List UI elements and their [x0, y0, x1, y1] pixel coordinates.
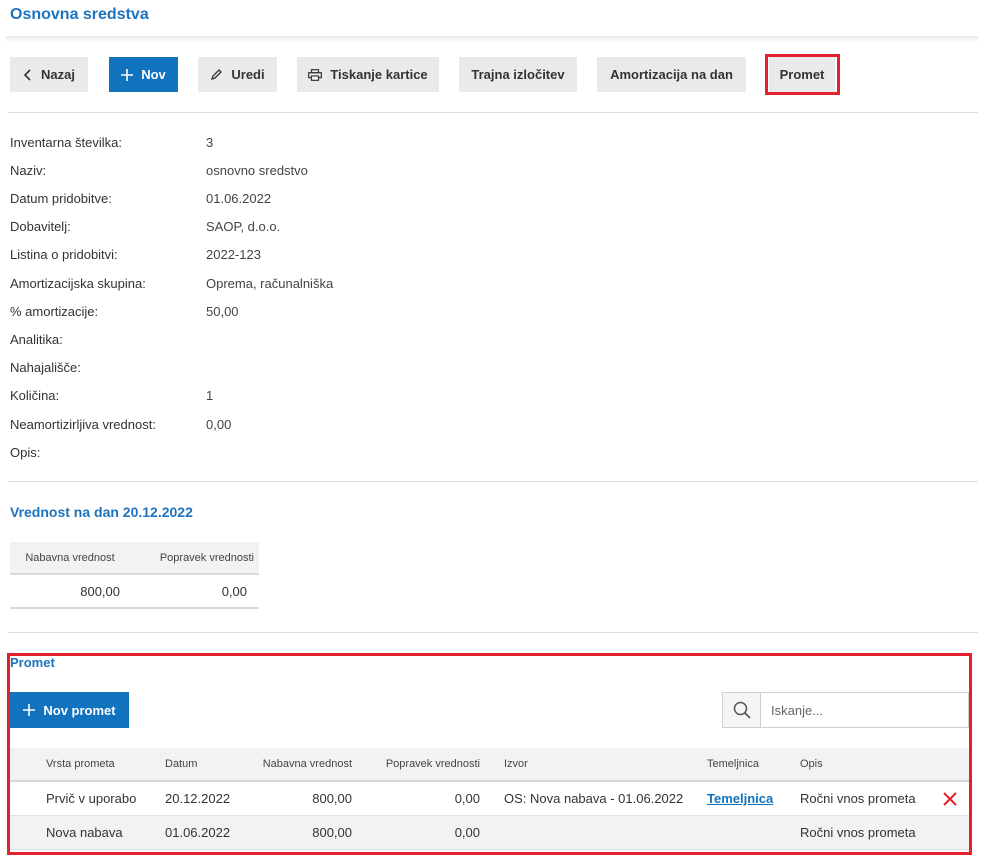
highlight-promet-button	[765, 54, 840, 95]
detail-field: Listina o pridobitvi: 2022-123	[10, 245, 261, 265]
detail-field: Neamortizirljiva vrednost: 0,00	[10, 414, 231, 434]
field-value: 3	[206, 134, 214, 150]
chevron-left-icon	[23, 68, 31, 81]
print-card-button[interactable]: Tiskanje kartice	[297, 57, 439, 92]
new-button[interactable]: Nov	[109, 57, 178, 92]
detail-field: Datum pridobitve: 01.06.2022	[10, 188, 271, 208]
depreciation-on-date-button-label: Amortizacija na dan	[610, 67, 733, 82]
detail-field: Naziv: osnovno sredstvo	[10, 160, 308, 180]
detail-field: Opis:	[10, 442, 206, 462]
field-value: 0,00	[206, 416, 232, 432]
edit-button[interactable]: Uredi	[198, 57, 277, 92]
detail-field: Amortizacijska skupina: Oprema, računalni…	[10, 273, 333, 293]
plus-icon	[121, 68, 134, 81]
detail-field: Dobavitelj: SAOP, d.o.o.	[10, 217, 280, 237]
edit-button-label: Uredi	[231, 67, 265, 82]
field-label: Dobavitelj:	[10, 219, 71, 235]
depreciation-on-date-button[interactable]: Amortizacija na dan	[597, 57, 746, 92]
field-value: 50,00	[206, 303, 239, 319]
field-label: Naziv:	[10, 162, 47, 178]
divider	[8, 112, 978, 113]
value-section-title: Vrednost na dan 20.12.2022	[10, 504, 193, 520]
field-label: Nahajališče:	[10, 360, 81, 376]
field-value: Oprema, računalniška	[206, 275, 334, 291]
field-label: Analitika:	[10, 331, 63, 347]
detail-field: Analitika:	[10, 329, 206, 349]
field-label: Količina:	[10, 388, 60, 404]
permanent-removal-button[interactable]: Trajna izločitev	[459, 57, 577, 92]
value-correction: 0,00	[221, 583, 247, 599]
field-value: 1	[206, 388, 214, 404]
pencil-icon	[211, 69, 223, 81]
detail-field: Količina: 1	[10, 386, 213, 406]
purchase-value: 800,00	[80, 583, 120, 599]
permanent-removal-button-label: Trajna izločitev	[471, 67, 565, 82]
field-label: Amortizacijska skupina:	[10, 275, 146, 291]
printer-icon	[308, 68, 323, 81]
detail-field: Nahajališče:	[10, 358, 206, 378]
value-table-header: Nabavna vrednost Popravek vrednosti	[10, 542, 259, 575]
field-label: Neamortizirljiva vrednost:	[10, 416, 156, 432]
value-table-row: 800,00 0,00	[10, 575, 259, 609]
field-label: Listina o pridobitvi:	[10, 247, 118, 263]
field-value: 2022-123	[206, 247, 261, 263]
field-value: osnovno sredstvo	[206, 162, 308, 178]
back-button[interactable]: Nazaj	[10, 57, 88, 92]
detail-field: % amortizacije: 50,00	[10, 301, 239, 321]
header-purchase-value: Nabavna vrednost	[25, 551, 115, 564]
value-table: Nabavna vrednost Popravek vrednosti 800,…	[10, 542, 259, 609]
new-button-label: Nov	[141, 67, 166, 82]
highlight-promet-section	[7, 653, 972, 855]
detail-field: Inventarna številka: 3	[10, 132, 213, 152]
field-value: 01.06.2022	[206, 190, 272, 206]
divider	[8, 632, 978, 633]
field-label: Inventarna številka:	[10, 134, 123, 150]
back-button-label: Nazaj	[41, 67, 75, 82]
divider	[8, 481, 978, 482]
header-value-correction: Popravek vrednosti	[159, 551, 254, 564]
page-title: Osnovna sredstva	[10, 6, 149, 23]
field-label: Opis:	[10, 444, 41, 460]
field-label: Datum pridobitve:	[10, 190, 112, 206]
field-value: SAOP, d.o.o.	[206, 219, 281, 235]
field-label: % amortizacije:	[10, 303, 99, 319]
header-shadow	[6, 36, 978, 42]
print-card-button-label: Tiskanje kartice	[330, 67, 428, 82]
